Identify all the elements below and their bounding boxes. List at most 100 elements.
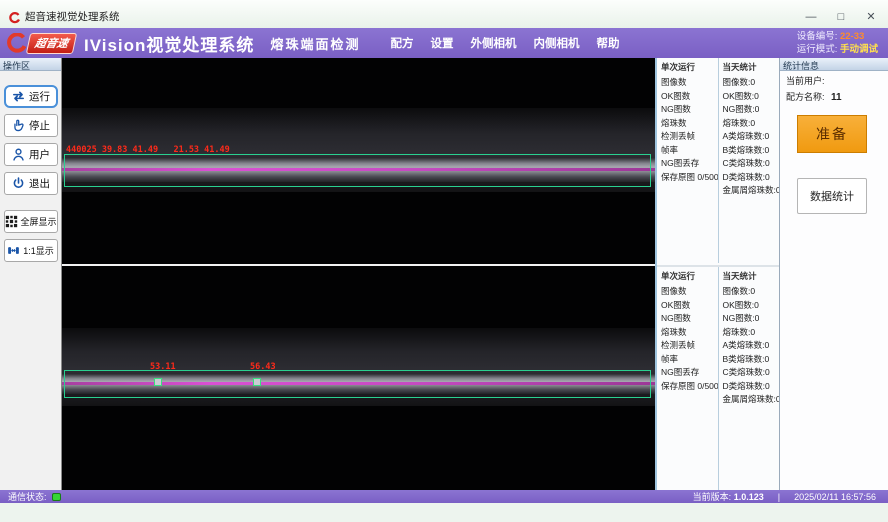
device-info: 设备编号: 22-33 运行模式: 手动调试 <box>797 30 878 56</box>
roi-rectangle <box>64 370 651 398</box>
recipe-name-row: 配方名称: 11 <box>780 87 888 103</box>
stat-row: 帧率 <box>661 144 715 158</box>
info-panel-title: 统计信息 <box>780 58 888 71</box>
stat-row: 图像数 <box>661 76 715 90</box>
recipe-name-value: 11 <box>831 92 842 103</box>
maximize-button[interactable]: □ <box>834 10 848 24</box>
stat-row: 金属屑熔珠数:0 <box>723 184 777 198</box>
stat-row: C类熔珠数:0 <box>723 366 777 380</box>
stat-row: A类熔珠数:0 <box>723 339 777 353</box>
measurement-annotation: 53.11 <box>150 362 176 372</box>
app-header: 超音速 IVision视觉处理系统 熔珠端面检测 配方设置外侧相机内侧相机帮助 … <box>0 28 888 58</box>
camera-view-outer: 440025 39.83 41.49 21.53 41.49 <box>62 58 655 264</box>
run-label: 运行 <box>29 89 50 104</box>
menu-item[interactable]: 外侧相机 <box>470 35 516 51</box>
status-bar: 通信状态: 当前版本: 1.0.123 | 2025/02/11 16:57:5… <box>0 490 888 503</box>
stat-row: 金属屑熔珠数:0 <box>723 393 777 407</box>
menu-item[interactable]: 内侧相机 <box>533 35 579 51</box>
single-run-column: 单次运行 图像数OK图数NG图数熔珠数检测丢帧帧率NG图丢存保存原图 0/500 <box>657 267 719 490</box>
device-label: 设备编号: <box>797 31 838 42</box>
logo-swoosh-icon <box>6 33 26 53</box>
stat-row: 熔珠数 <box>661 117 715 131</box>
roi-rectangle <box>64 154 651 187</box>
exit-label: 退出 <box>29 176 50 191</box>
stat-row: NG图数:0 <box>723 312 777 326</box>
user-icon <box>11 147 26 162</box>
camera-view-inner: 53.11 56.43 <box>62 266 655 490</box>
run-button[interactable]: 运行 <box>4 85 58 108</box>
stat-row: OK图数:0 <box>723 299 777 313</box>
current-user-label: 当前用户: <box>786 76 825 86</box>
stat-row: A类熔珠数:0 <box>723 130 777 144</box>
stat-row: NG图数 <box>661 312 715 326</box>
run-mode-label: 运行模式: <box>797 44 838 55</box>
stat-row: D类熔珠数:0 <box>723 171 777 185</box>
prepare-button[interactable]: 准备 <box>797 115 867 153</box>
stat-row: OK图数 <box>661 90 715 104</box>
daily-stats-header: 当天统计 <box>723 270 777 282</box>
stop-button[interactable]: 停止 <box>4 114 58 137</box>
sync-arrows-icon <box>11 89 26 104</box>
stat-row: OK图数 <box>661 299 715 313</box>
stat-row: B类熔珠数:0 <box>723 144 777 158</box>
current-user-row: 当前用户: <box>780 71 888 87</box>
comm-status-indicator <box>52 493 61 501</box>
data-statistics-button[interactable]: 数据统计 <box>797 178 867 214</box>
sidebar-title: 操作区 <box>0 58 61 71</box>
stat-row: 熔珠数 <box>661 326 715 340</box>
comm-status-label: 通信状态: <box>8 490 47 503</box>
close-button[interactable]: ✕ <box>864 10 878 24</box>
single-run-header: 单次运行 <box>661 61 715 73</box>
power-icon <box>11 176 26 191</box>
logo-text: 超音速 <box>26 33 77 54</box>
menu-item[interactable]: 帮助 <box>596 35 619 51</box>
user-button[interactable]: 用户 <box>4 143 58 166</box>
stat-row: D类熔珠数:0 <box>723 380 777 394</box>
stop-label: 停止 <box>29 118 50 133</box>
daily-stats-header: 当天统计 <box>723 61 777 73</box>
fullscreen-button[interactable]: 全屏显示 <box>4 210 58 233</box>
minimize-button[interactable]: — <box>804 10 818 24</box>
camera-view-area: 440025 39.83 41.49 21.53 41.49 53.11 56.… <box>62 58 655 490</box>
version-value: 1.0.123 <box>734 492 764 502</box>
app-title: IVision视觉处理系统 <box>84 31 254 56</box>
info-panel: 统计信息 当前用户: 配方名称: 11 准备 数据统计 <box>779 58 888 490</box>
stat-row: 熔珠数:0 <box>723 117 777 131</box>
defect-marker <box>154 378 162 386</box>
app-subtitle: 熔珠端面检测 <box>270 34 360 53</box>
one-to-one-button[interactable]: 1:1显示 <box>4 239 58 262</box>
recipe-name-label: 配方名称: <box>786 92 825 102</box>
status-separator: | <box>778 492 780 502</box>
stat-row: 检测丢帧 <box>661 339 715 353</box>
measurement-annotation: 56.43 <box>250 362 276 372</box>
datetime-value: 2025/02/11 16:57:56 <box>794 492 876 502</box>
exit-button[interactable]: 退出 <box>4 172 58 195</box>
menu-item[interactable]: 设置 <box>430 35 453 51</box>
stat-row: 帧率 <box>661 353 715 367</box>
one-to-one-icon <box>7 244 20 257</box>
window-title: 超音速视觉处理系统 <box>25 9 120 24</box>
version-label: 当前版本: <box>693 492 732 502</box>
os-titlebar: 超音速视觉处理系统 — □ ✕ <box>0 0 888 28</box>
user-label: 用户 <box>29 147 50 162</box>
fullscreen-grid-icon <box>5 215 18 228</box>
sidebar-operations: 操作区 运行 停止 用户 退出 <box>0 58 62 490</box>
stats-panel-inner: 单次运行 图像数OK图数NG图数熔珠数检测丢帧帧率NG图丢存保存原图 0/500… <box>657 265 779 490</box>
measurement-annotation: 440025 39.83 41.49 21.53 41.49 <box>66 145 230 155</box>
stat-row: 图像数:0 <box>723 285 777 299</box>
stat-row: 保存原图 0/500 <box>661 380 715 394</box>
daily-stats-column: 当天统计 图像数:0OK图数:0NG图数:0熔珠数:0A类熔珠数:0B类熔珠数:… <box>719 267 780 490</box>
stat-row: B类熔珠数:0 <box>723 353 777 367</box>
stat-row: 保存原图 0/500 <box>661 171 715 185</box>
stat-row: NG图数:0 <box>723 103 777 117</box>
statistics-columns: 单次运行 图像数OK图数NG图数熔珠数检测丢帧帧率NG图丢存保存原图 0/500… <box>655 58 779 490</box>
menu-item[interactable]: 配方 <box>390 35 413 51</box>
app-icon <box>8 12 20 24</box>
main-menu: 配方 设置 外侧相机 内侧相机 帮助 <box>390 35 619 51</box>
daily-stats-column: 当天统计 图像数:0OK图数:0NG图数:0熔珠数:0A类熔珠数:0B类熔珠数:… <box>719 58 780 263</box>
brand-logo: 超音速 <box>6 33 75 54</box>
stat-row: 图像数 <box>661 285 715 299</box>
stat-row: NG图丢存 <box>661 157 715 171</box>
stat-row: C类熔珠数:0 <box>723 157 777 171</box>
stat-row: OK图数:0 <box>723 90 777 104</box>
